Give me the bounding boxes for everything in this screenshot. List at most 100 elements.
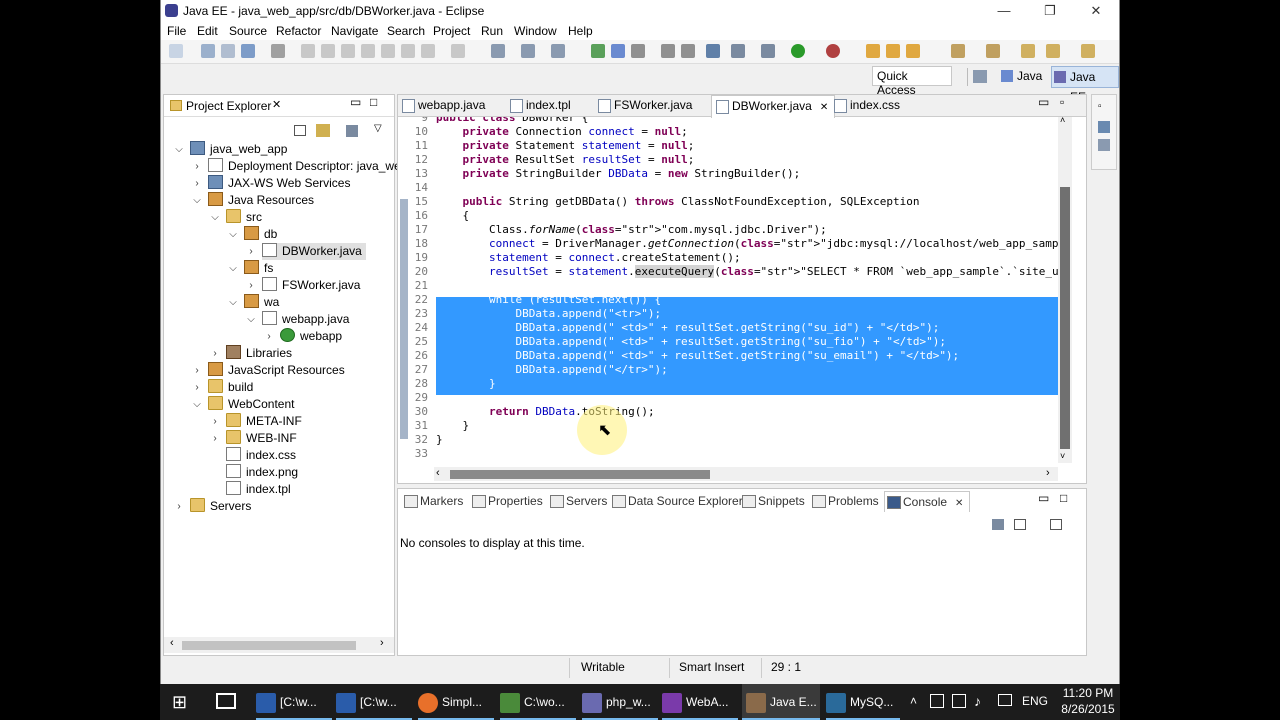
- tree-item-meta-inf[interactable]: › META-INF: [213, 413, 302, 430]
- run-icon[interactable]: [791, 44, 805, 58]
- disconnect-icon[interactable]: [361, 44, 375, 58]
- tree-item-dbworker-java[interactable]: › DBWorker.java: [249, 243, 366, 260]
- close-view-icon[interactable]: ✕: [272, 98, 281, 111]
- tree-item-deployment-descriptor[interactable]: › Deployment Descriptor: java_web: [195, 158, 407, 175]
- minimize-view-icon[interactable]: ▭: [350, 95, 361, 109]
- close-button[interactable]: ✕: [1073, 0, 1119, 22]
- tab-snippets[interactable]: Snippets: [740, 491, 805, 511]
- menu-run[interactable]: Run: [481, 24, 503, 38]
- filter-icon[interactable]: [346, 125, 358, 137]
- menu-project[interactable]: Project: [433, 24, 470, 38]
- code-line[interactable]: public class DBWorker {: [436, 117, 588, 125]
- tab-index-css[interactable]: index.css: [830, 95, 906, 115]
- tree-item-web-inf[interactable]: › WEB-INF: [213, 430, 297, 447]
- run-history-icon[interactable]: [826, 44, 840, 58]
- code-area[interactable]: 9 public class DBWorker {10 private Conne…: [398, 117, 1058, 467]
- open-console-icon[interactable]: [1014, 519, 1026, 530]
- code-line[interactable]: DBData.append(" <td>" + resultSet.getStr…: [436, 335, 945, 349]
- search-icon[interactable]: [611, 44, 625, 58]
- tree-item-webapp-java[interactable]: ⌵ webapp.java: [247, 311, 349, 328]
- code-line[interactable]: }: [436, 433, 443, 447]
- task-list-icon[interactable]: [1098, 139, 1110, 151]
- tree-item-src[interactable]: ⌵ src: [211, 209, 262, 226]
- quick-access-input[interactable]: Quick Access: [872, 66, 952, 97]
- minimize-editor-icon[interactable]: ▭: [1038, 95, 1049, 109]
- restore-icon[interactable]: ▫: [1098, 101, 1102, 112]
- scroll-down-icon[interactable]: ˅: [1060, 451, 1065, 461]
- code-line[interactable]: DBData.append(" <td>" + resultSet.getStr…: [436, 349, 959, 363]
- menu-file[interactable]: File: [167, 24, 186, 38]
- tree-item-fs[interactable]: ⌵ fs: [229, 260, 273, 277]
- open-folder-icon[interactable]: [866, 44, 880, 58]
- h-scroll-left-icon[interactable]: ‹: [436, 467, 440, 479]
- save-icon[interactable]: [201, 44, 215, 58]
- tree-item-libraries[interactable]: › Libraries: [213, 345, 292, 362]
- tree-item-fsworker-java[interactable]: › FSWorker.java: [249, 277, 360, 294]
- code-line[interactable]: DBData.append("</tr>");: [436, 363, 667, 377]
- tree-item-webapp-class[interactable]: › webapp: [267, 328, 342, 345]
- tab-servers[interactable]: Servers: [548, 491, 607, 511]
- save-all-icon[interactable]: [221, 44, 235, 58]
- collapse-all-icon[interactable]: [294, 125, 306, 136]
- open-perspective-icon[interactable]: [973, 70, 987, 83]
- code-line[interactable]: connect = DriverManager.getConnection(cl…: [436, 237, 1058, 251]
- code-line[interactable]: resultSet = statement.executeQuery(class…: [436, 265, 1058, 279]
- editor-v-scrollbar[interactable]: ˄ ˅: [1058, 115, 1072, 463]
- globe-icon[interactable]: [706, 44, 720, 58]
- tab-data-source-explorer[interactable]: Data Source Explorer: [610, 491, 743, 511]
- taskbar-item-mysql[interactable]: MySQ...: [826, 684, 900, 720]
- code-line[interactable]: public String getDBData() throws ClassNo…: [436, 195, 920, 209]
- project-explorer-title[interactable]: Project Explorer: [186, 99, 271, 113]
- new-web-project-icon[interactable]: [551, 44, 565, 58]
- tree-item-index-css[interactable]: index.css: [226, 447, 296, 464]
- menu-edit[interactable]: Edit: [197, 24, 218, 38]
- prev-annotation-icon[interactable]: [986, 44, 1000, 58]
- minimize-button[interactable]: —: [981, 0, 1027, 22]
- code-line[interactable]: private ResultSet resultSet = null;: [436, 153, 695, 167]
- display-console-icon[interactable]: [992, 519, 1004, 530]
- volume-icon[interactable]: ♪: [974, 693, 981, 709]
- block-select-icon[interactable]: [681, 44, 695, 58]
- code-line[interactable]: while (resultSet.next()) {: [436, 293, 661, 307]
- menu-window[interactable]: Window: [514, 24, 557, 38]
- view-menu-icon[interactable]: ▽: [374, 123, 382, 134]
- h-scroll-right-icon[interactable]: ›: [1046, 467, 1050, 479]
- new-icon[interactable]: [169, 44, 183, 58]
- forward-icon[interactable]: [1081, 44, 1095, 58]
- code-line[interactable]: private StringBuilder DBData = new Strin…: [436, 167, 801, 181]
- suspend-icon[interactable]: [321, 44, 335, 58]
- step-into-icon[interactable]: [381, 44, 395, 58]
- step-over-icon[interactable]: [401, 44, 415, 58]
- tree-item-index-png[interactable]: index.png: [226, 464, 298, 481]
- last-edit-icon[interactable]: [1021, 44, 1035, 58]
- skip-breakpoints-icon[interactable]: [271, 44, 285, 58]
- new-web-service-icon[interactable]: [521, 44, 535, 58]
- resume-icon[interactable]: [301, 44, 315, 58]
- tree-item-java-resources[interactable]: ⌵ Java Resources: [193, 192, 314, 209]
- code-line[interactable]: DBData.append("<tr>");: [436, 307, 661, 321]
- minimize-bottom-icon[interactable]: ▭: [1038, 491, 1049, 505]
- tree-item-jax-ws[interactable]: › JAX-WS Web Services: [195, 175, 350, 192]
- drop-to-frame-icon[interactable]: [451, 44, 465, 58]
- external-tools-icon[interactable]: [731, 44, 745, 58]
- next-annotation-icon[interactable]: [951, 44, 965, 58]
- tree-item-index-tpl[interactable]: index.tpl: [226, 481, 291, 498]
- language-indicator[interactable]: ENG: [1022, 694, 1048, 708]
- taskbar-item-eclipse[interactable]: Java E...: [742, 684, 820, 720]
- clock-date[interactable]: 8/26/2015: [1060, 702, 1116, 716]
- maximize-view-icon[interactable]: □: [370, 95, 377, 109]
- new-console-icon[interactable]: [1050, 519, 1062, 530]
- close-console-icon[interactable]: ✕: [955, 498, 963, 509]
- tab-dbworker-java[interactable]: DBWorker.java ✕: [711, 95, 836, 118]
- menu-refactor[interactable]: Refactor: [276, 24, 321, 38]
- clock-time[interactable]: 11:20 PM: [1060, 686, 1116, 700]
- show-whitespace-icon[interactable]: [661, 44, 675, 58]
- tree-item-wa[interactable]: ⌵ wa: [229, 294, 279, 311]
- perspective-java[interactable]: Java: [999, 66, 1046, 86]
- back-icon[interactable]: [1046, 44, 1060, 58]
- editor-h-scrollbar[interactable]: ‹ ›: [434, 467, 1058, 481]
- scroll-right-icon[interactable]: ›: [380, 637, 384, 649]
- debug-icon[interactable]: [761, 44, 775, 58]
- code-line[interactable]: private Connection connect = null;: [436, 125, 688, 139]
- windows-start-icon[interactable]: ⊞: [172, 692, 187, 713]
